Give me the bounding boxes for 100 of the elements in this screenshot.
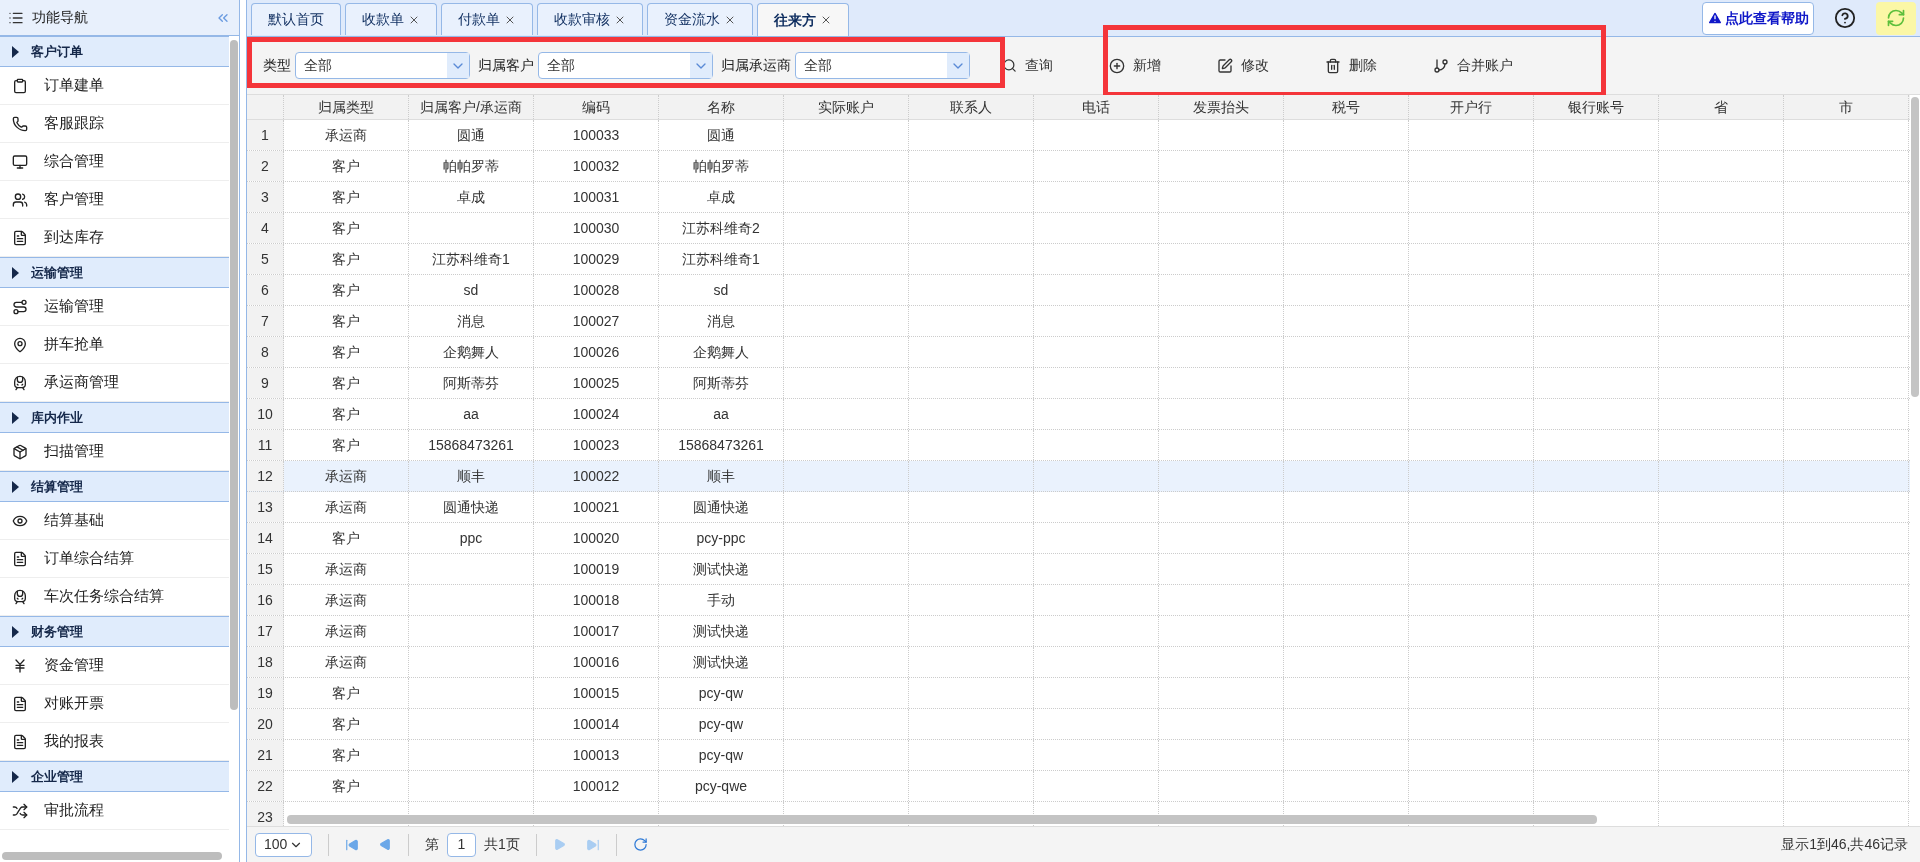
table-cell: 阿斯蒂芬 [659,368,784,398]
table-row[interactable]: 9 客户 阿斯蒂芬 100025 阿斯蒂芬 [247,368,1910,399]
table-cell: 承运商 [284,585,409,615]
table-row[interactable]: 3 客户 卓成 100031 卓成 [247,182,1910,213]
table-cell: 100018 [534,585,659,615]
table-row[interactable]: 11 客户 15868473261 100023 15868473261 [247,430,1910,461]
next-page-icon[interactable] [552,838,566,851]
column-header[interactable]: 名称 [659,95,784,119]
sidebar-item[interactable]: 结算基础 [0,502,229,540]
help-icon[interactable] [1834,7,1856,29]
column-header[interactable]: 归属类型 [284,95,409,119]
table-row[interactable]: 13 承运商 圆通快递 100021 圆通快递 [247,492,1910,523]
reload-icon[interactable] [632,837,648,852]
column-header[interactable]: 开户行 [1409,95,1534,119]
first-page-icon[interactable] [345,837,359,852]
sidebar-group-header[interactable]: 客户订单 [0,36,229,67]
table-row[interactable]: 5 客户 江苏科维奇1 100029 江苏科维奇1 [247,244,1910,275]
previous-page-icon[interactable] [379,838,392,851]
table-row[interactable]: 22 客户 100012 pcy-qwe [247,771,1910,802]
table-cell: 客户 [284,771,409,801]
column-header[interactable]: 市 [1784,95,1909,119]
vertical-scrollbar[interactable] [1911,97,1919,397]
filter-select[interactable]: 全部 [795,52,970,79]
row-number: 6 [247,275,284,305]
monitor-icon [12,153,28,170]
help-button[interactable]: 点此查看帮助 [1702,1,1814,35]
sidebar-group-header[interactable]: 运输管理 [0,257,229,288]
sidebar-item[interactable]: 综合管理 [0,143,229,181]
route-icon [12,298,28,315]
horizontal-scrollbar[interactable] [287,815,1597,824]
close-icon[interactable] [820,14,832,26]
toolbar-button[interactable]: 修改 [1209,51,1277,80]
table-row[interactable]: 15 承运商 100019 测试快递 [247,554,1910,585]
column-header[interactable]: 发票抬头 [1159,95,1284,119]
sidebar-group-header[interactable]: 结算管理 [0,471,229,502]
sidebar-group-header[interactable]: 财务管理 [0,616,229,647]
column-header[interactable]: 编码 [534,95,659,119]
page-input[interactable]: 1 [447,832,476,857]
tab[interactable]: 往来方 [757,3,849,36]
sidebar-item[interactable]: 客户管理 [0,181,229,219]
tab[interactable]: 资金流水 [647,3,753,35]
column-header[interactable]: 归属客户/承运商 [409,95,534,119]
table-row[interactable]: 20 客户 100014 pcy-qw [247,709,1910,740]
toolbar-button[interactable]: 删除 [1317,51,1385,80]
table-row[interactable]: 16 承运商 100018 手动 [247,585,1910,616]
sidebar-group-header[interactable]: 库内作业 [0,402,229,433]
column-header[interactable]: 实际账户 [784,95,909,119]
toolbar-button[interactable]: 合并账户 [1425,51,1521,80]
table-cell: 100017 [534,616,659,646]
sidebar-group-header[interactable]: 企业管理 [0,761,229,792]
table-row[interactable]: 7 客户 消息 100027 消息 [247,306,1910,337]
column-header[interactable]: 银行账号 [1534,95,1659,119]
tab[interactable]: 付款单 [441,3,533,35]
sidebar-item[interactable]: 客服跟踪 [0,105,229,143]
tab[interactable]: 收款审核 [537,3,643,35]
table-row[interactable]: 10 客户 aa 100024 aa [247,399,1910,430]
filter-select[interactable]: 全部 [538,52,713,79]
page-size-select[interactable]: 100 [255,832,312,857]
table-cell: 圆通快递 [409,492,534,522]
filter-select[interactable]: 全部 [295,52,470,79]
row-number: 9 [247,368,284,398]
table-row[interactable]: 8 客户 企鹅舞人 100026 企鹅舞人 [247,337,1910,368]
table-cell: 江苏科维奇1 [659,244,784,274]
column-header[interactable]: 联系人 [909,95,1034,119]
search-button[interactable]: 查询 [994,51,1061,80]
sidebar-item[interactable]: 拼车抢单 [0,326,229,364]
sidebar-item[interactable]: 订单建单 [0,67,229,105]
table-row[interactable]: 6 客户 sd 100028 sd [247,275,1910,306]
tab[interactable]: 收款单 [345,3,437,35]
trash-icon [1325,57,1341,74]
table-cell: 100015 [534,678,659,708]
column-header[interactable]: 电话 [1034,95,1159,119]
refresh-button[interactable] [1876,1,1916,35]
table-row[interactable]: 1 承运商 圆通 100033 圆通 [247,120,1910,151]
edit-icon [1217,57,1233,74]
toolbar-button[interactable]: 新增 [1101,51,1169,80]
sidebar-item[interactable]: 订单综合结算 [0,540,229,578]
row-number: 20 [247,709,284,739]
table-row[interactable]: 17 承运商 100017 测试快递 [247,616,1910,647]
table-row[interactable]: 14 客户 ppc 100020 pcy-ppc [247,523,1910,554]
sidebar-item[interactable]: 审批流程 [0,792,229,830]
table-cell: 帕帕罗蒂 [409,151,534,181]
column-header[interactable]: 省 [1659,95,1784,119]
sidebar-item[interactable]: 资金管理 [0,647,229,685]
table-row[interactable]: 19 客户 100015 pcy-qw [247,678,1910,709]
last-page-icon[interactable] [585,837,600,852]
train-icon [12,374,28,391]
tab[interactable]: 默认首页 [251,3,341,35]
vertical-scrollbar[interactable] [230,40,238,710]
table-row[interactable]: 12 承运商 顺丰 100022 顺丰 [247,461,1910,492]
sidebar-item[interactable]: 运输管理 [0,288,229,326]
table-row[interactable]: 2 客户 帕帕罗蒂 100032 帕帕罗蒂 [247,151,1910,182]
table-row[interactable]: 21 客户 100013 pcy-qw [247,740,1910,771]
horizontal-scrollbar[interactable] [2,852,222,860]
table-row[interactable]: 4 客户 100030 江苏科维奇2 [247,213,1910,244]
table-row[interactable]: 18 承运商 100016 测试快递 [247,647,1910,678]
row-number: 11 [247,430,284,460]
table-cell: 100019 [534,554,659,584]
column-header[interactable]: 税号 [1284,95,1409,119]
sidebar-item[interactable]: 对账开票 [0,685,229,723]
